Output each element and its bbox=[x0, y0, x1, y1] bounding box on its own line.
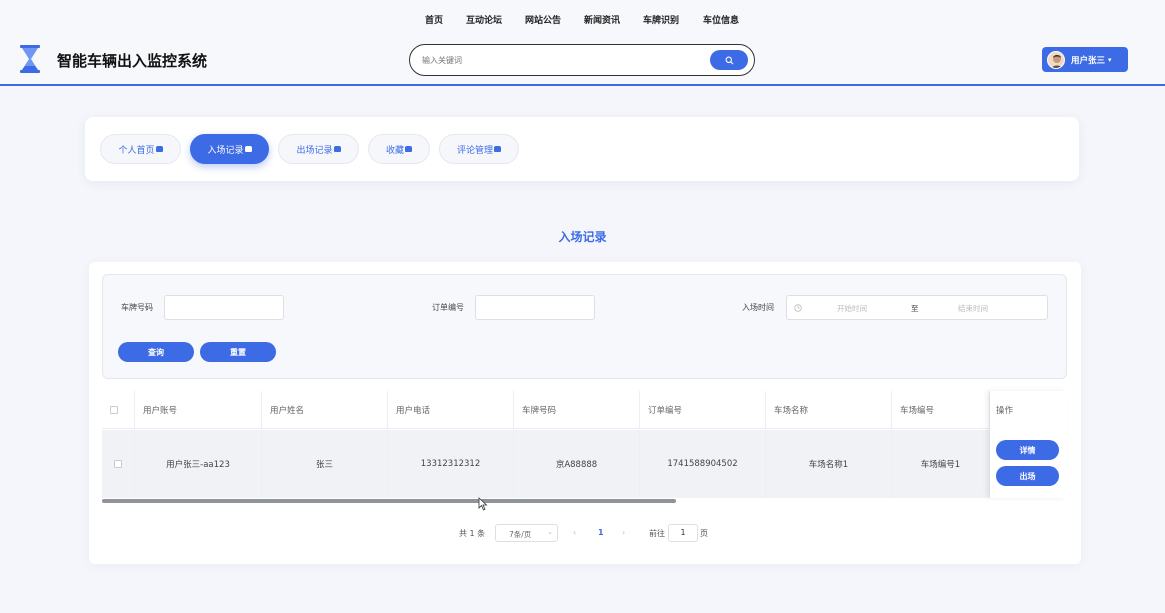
tab-label: 入场记录 bbox=[207, 145, 244, 156]
row-checkbox[interactable] bbox=[114, 460, 122, 468]
col-order-number: 订单编号 bbox=[640, 391, 766, 428]
col-user-account: 用户账号 bbox=[135, 391, 262, 428]
table-row: 用户张三-aa123 张三 13312312312 京A88888 174158… bbox=[102, 430, 1067, 498]
tab-label: 收藏 bbox=[385, 145, 404, 156]
cell-user-phone: 13312312312 bbox=[388, 430, 514, 498]
col-operations: 操作 bbox=[996, 406, 1014, 416]
page-size-select[interactable]: 7条/页 ⌄ bbox=[495, 524, 558, 542]
col-plate: 车牌号码 bbox=[514, 391, 640, 428]
page-size-value: 7条/页 bbox=[509, 530, 532, 539]
main-card: 车牌号码 订单编号 入场时间 开始时间 至 结束时间 查询 重置 用户账号 用户… bbox=[89, 262, 1081, 564]
cell-lot-name: 车场名称1 bbox=[766, 430, 892, 498]
nav-item-home[interactable]: 首页 bbox=[425, 13, 443, 26]
header-checkbox-cell bbox=[102, 391, 135, 428]
search-icon bbox=[725, 56, 733, 64]
select-all-checkbox[interactable] bbox=[110, 405, 118, 414]
nav-item-news[interactable]: 新闻资讯 bbox=[584, 13, 620, 26]
end-time-placeholder[interactable]: 结束时间 bbox=[958, 303, 988, 314]
top-nav: 首页 互动论坛 网站公告 新闻资讯 车牌识别 车位信息 bbox=[0, 13, 1165, 27]
row-checkbox-cell bbox=[102, 430, 135, 498]
avatar-icon bbox=[1051, 54, 1063, 68]
search-input[interactable] bbox=[422, 52, 702, 68]
nav-item-notice[interactable]: 网站公告 bbox=[525, 13, 561, 26]
user-name: 用户张三 bbox=[1071, 55, 1106, 66]
prev-page-icon[interactable]: ‹ bbox=[573, 528, 576, 537]
plate-input[interactable] bbox=[164, 295, 284, 320]
site-title: 智能车辆出入监控系统 bbox=[57, 52, 208, 70]
hourglass-logo-icon bbox=[20, 45, 40, 73]
horizontal-scrollbar[interactable] bbox=[102, 499, 676, 503]
cell-user-name: 张三 bbox=[262, 430, 388, 498]
nav-item-forum[interactable]: 互动论坛 bbox=[466, 13, 502, 26]
chevron-down-icon: ▾ bbox=[1108, 55, 1112, 64]
col-lot-number: 车场编号 bbox=[892, 391, 990, 428]
next-page-icon[interactable]: › bbox=[622, 528, 625, 537]
tab-icon bbox=[494, 146, 501, 152]
page-number-current[interactable]: 1 bbox=[598, 528, 604, 537]
search-query-button[interactable]: 查询 bbox=[118, 342, 194, 362]
search-button[interactable] bbox=[710, 50, 748, 70]
operations-column: 操作 详情 出场 bbox=[990, 391, 1067, 498]
cell-order-number: 1741588904502 bbox=[640, 430, 766, 498]
tab-icon bbox=[405, 146, 412, 152]
tab-personal-home[interactable]: 个人首页 bbox=[100, 134, 181, 164]
detail-button[interactable]: 详情 bbox=[996, 440, 1059, 460]
col-user-name: 用户姓名 bbox=[262, 391, 388, 428]
search-box bbox=[409, 44, 755, 76]
start-time-placeholder[interactable]: 开始时间 bbox=[837, 303, 867, 314]
table-header: 用户账号 用户姓名 用户电话 车牌号码 订单编号 车场名称 车场编号 bbox=[102, 391, 1067, 429]
goto-label: 前往 bbox=[649, 529, 665, 538]
reset-button[interactable]: 重置 bbox=[200, 342, 276, 362]
tab-icon bbox=[244, 146, 252, 152]
tab-icon bbox=[155, 146, 163, 152]
records-table: 用户账号 用户姓名 用户电话 车牌号码 订单编号 车场名称 车场编号 用户张三-… bbox=[102, 391, 1067, 506]
total-count: 共 1 条 bbox=[459, 529, 486, 538]
tabs-card: 个人首页 入场记录 出场记录 收藏 评论管理 bbox=[85, 117, 1079, 181]
tab-exit-records[interactable]: 出场记录 bbox=[278, 134, 359, 164]
clock-icon bbox=[794, 304, 802, 312]
col-user-phone: 用户电话 bbox=[388, 391, 514, 428]
tab-icon bbox=[333, 146, 341, 152]
header: 首页 互动论坛 网站公告 新闻资讯 车牌识别 车位信息 智能车辆出入监控系统 输… bbox=[0, 0, 1165, 86]
mouse-cursor-icon bbox=[478, 497, 488, 511]
time-label: 入场时间 bbox=[742, 303, 774, 312]
cell-lot-number: 车场编号1 bbox=[892, 430, 990, 498]
plate-label: 车牌号码 bbox=[121, 303, 153, 312]
nav-item-plate-recognition[interactable]: 车牌识别 bbox=[643, 13, 679, 26]
tab-label: 出场记录 bbox=[296, 145, 333, 156]
col-lot-name: 车场名称 bbox=[766, 391, 892, 428]
goto-page-input[interactable]: 1 bbox=[668, 524, 698, 542]
tab-label: 评论管理 bbox=[456, 145, 493, 156]
tab-label: 个人首页 bbox=[118, 145, 155, 156]
page-unit-label: 页 bbox=[700, 529, 708, 538]
order-label: 订单编号 bbox=[432, 303, 464, 312]
tab-entry-records[interactable]: 入场记录 bbox=[190, 134, 269, 164]
cell-plate: 京A88888 bbox=[514, 430, 640, 498]
tab-comment-management[interactable]: 评论管理 bbox=[439, 134, 519, 164]
nav-item-parking-info[interactable]: 车位信息 bbox=[703, 13, 739, 26]
user-menu-button[interactable]: 用户张三 ▾ bbox=[1042, 47, 1128, 72]
order-input[interactable] bbox=[475, 295, 595, 320]
filter-panel: 车牌号码 订单编号 入场时间 开始时间 至 结束时间 查询 重置 bbox=[102, 274, 1067, 379]
date-range-picker[interactable]: 开始时间 至 结束时间 bbox=[786, 295, 1048, 320]
chevron-down-icon: ⌄ bbox=[547, 528, 553, 536]
page-title: 入场记录 bbox=[558, 230, 607, 244]
range-separator: 至 bbox=[911, 304, 919, 313]
cell-user-account: 用户张三-aa123 bbox=[135, 430, 262, 498]
tab-favorites[interactable]: 收藏 bbox=[368, 134, 430, 164]
avatar bbox=[1047, 50, 1065, 69]
exit-button[interactable]: 出场 bbox=[996, 466, 1059, 486]
pagination: 共 1 条 7条/页 ⌄ ‹ 1 › 前往 1 页 bbox=[89, 524, 1081, 544]
